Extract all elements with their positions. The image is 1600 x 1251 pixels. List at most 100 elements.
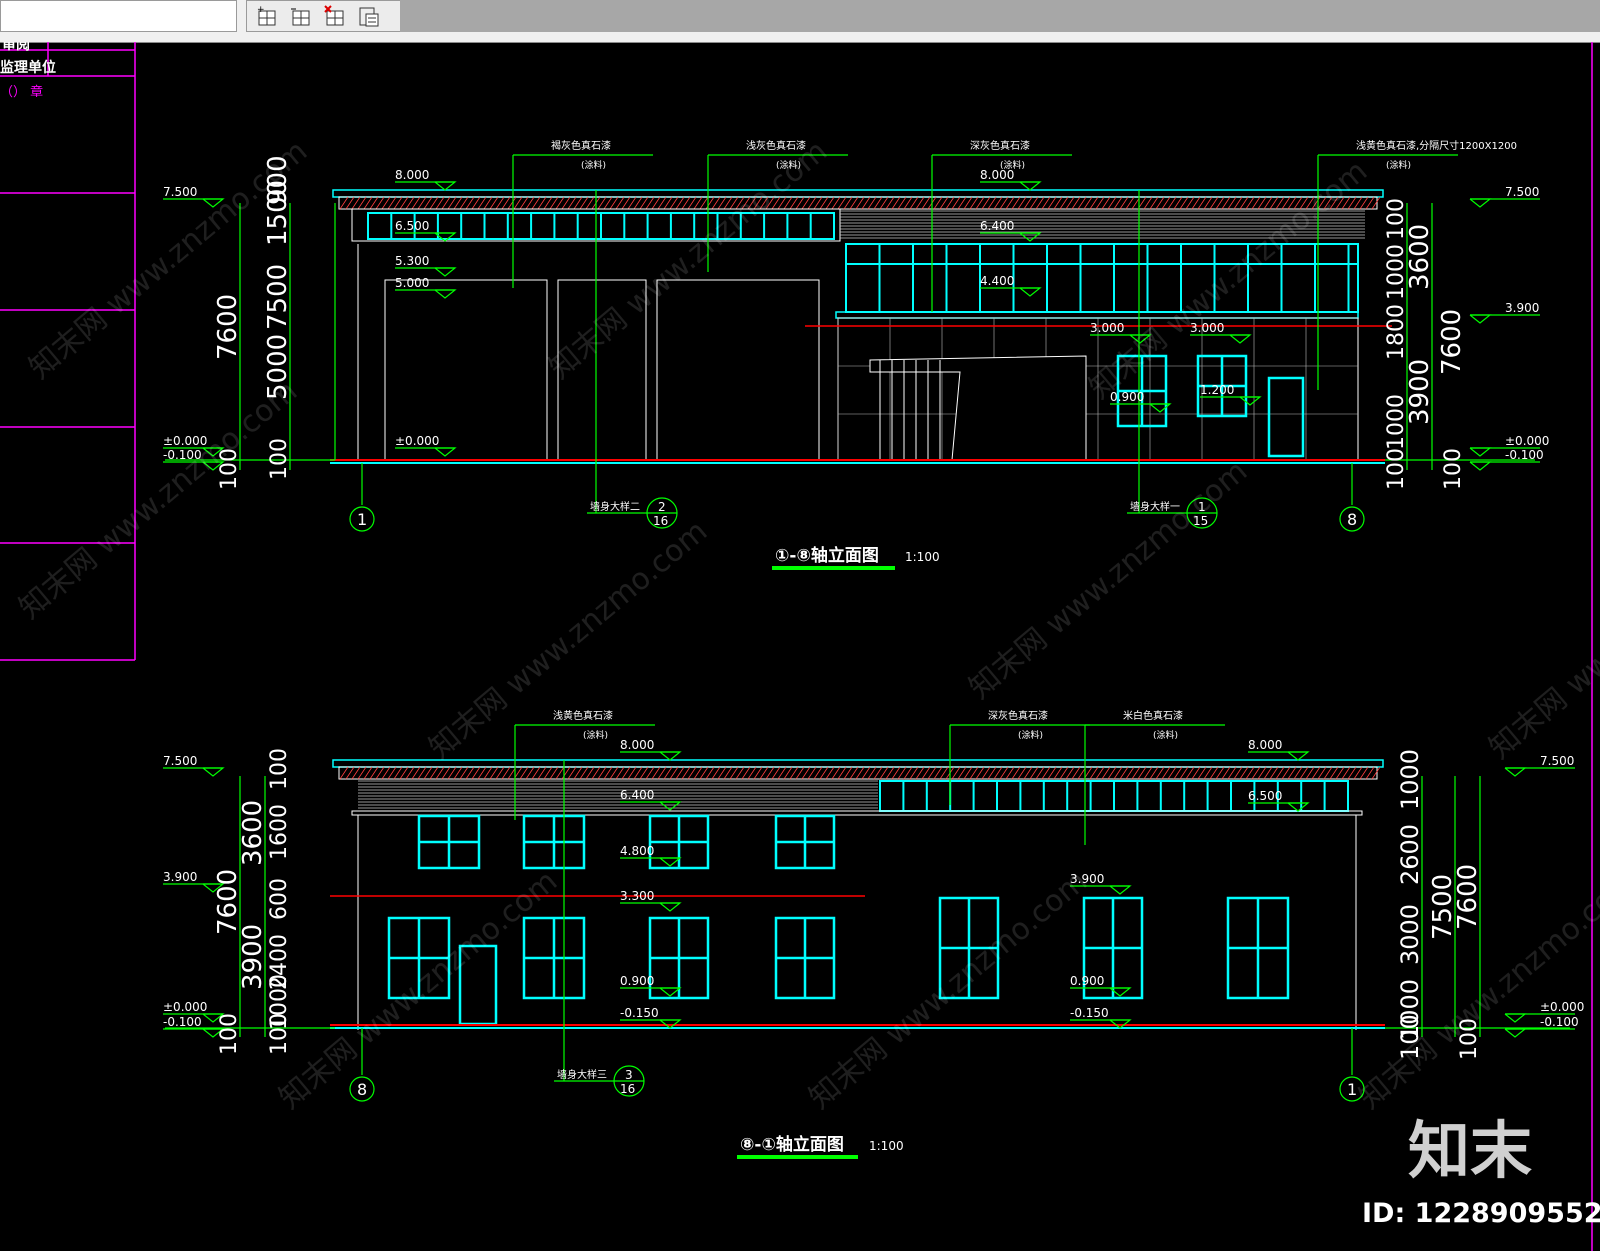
dim-left-outer-1: 7600 xyxy=(213,294,243,360)
callout-sub: (涂料) xyxy=(583,729,608,741)
dim-right-inner-5: 3900 xyxy=(1405,359,1435,425)
level2-right-zero: ±0.000 xyxy=(1540,1000,1584,1014)
dim2-left-inner: 100 xyxy=(267,748,292,790)
level-inner: ±0.000 xyxy=(395,434,439,448)
roof-hatch-2 xyxy=(339,766,1381,780)
level2-left-mid: 3.900 xyxy=(163,870,197,884)
level-right-below: -0.100 xyxy=(1505,448,1544,462)
detail-label: 墙身大样三 xyxy=(557,1068,607,1081)
level-triangle xyxy=(1504,767,1527,777)
drawing2-scale: 1:100 xyxy=(869,1139,904,1153)
callout-sub: (涂料) xyxy=(1000,159,1025,171)
dim2-right-inner: 2600 xyxy=(1396,824,1424,885)
roof-parapet xyxy=(332,189,1384,198)
level-triangle xyxy=(1109,885,1132,895)
level2-inner: 4.800 xyxy=(620,844,654,858)
insert-row-icon: + xyxy=(257,5,276,26)
roof-parapet-2 xyxy=(332,759,1384,768)
level2-inner: 6.400 xyxy=(620,788,654,802)
detail-number: 2 xyxy=(658,500,666,514)
entrance-opening xyxy=(869,355,1087,461)
level-inner: 5.000 xyxy=(395,276,429,290)
svg-text:+: + xyxy=(257,5,265,15)
callout-text: 深灰色真石漆 xyxy=(970,139,1030,152)
garage-door-3 xyxy=(656,279,820,461)
elevation-1 xyxy=(330,189,1392,464)
level2-left-top: 7.500 xyxy=(163,754,197,768)
watermark-text: 知末网 www.znzmo.com xyxy=(1083,154,1374,406)
louver-band-2 xyxy=(358,780,878,812)
level2-inner: 0.900 xyxy=(620,974,654,988)
watermark-text: 知末网 www.znzmo.com xyxy=(963,454,1254,706)
insert-row-above-button[interactable]: + xyxy=(253,4,281,28)
level-right-zero: ±0.000 xyxy=(1505,434,1549,448)
level-triangle xyxy=(1019,287,1042,297)
level-triangle xyxy=(434,289,457,299)
cad-drawing-canvas[interactable]: 审阅 监理单位 （） 章 7.500±0.000-0.1007.5003.900… xyxy=(0,42,1600,1251)
dim-right-inner-4: 1800 xyxy=(1384,304,1409,360)
level-triangle xyxy=(659,987,682,997)
callout-sub: (涂料) xyxy=(1386,159,1411,171)
detail-sheet: 16 xyxy=(653,514,668,528)
level-triangle xyxy=(1019,181,1042,191)
level-inner: 1.200 xyxy=(1200,383,1234,397)
delete-row-icon xyxy=(324,5,344,26)
dim2-left-inner: 100 xyxy=(267,1013,292,1055)
level-inner: 8.000 xyxy=(395,168,429,182)
level2-left-zero: ±0.000 xyxy=(163,1000,207,1014)
watermark-text: 知末网 www.znzmo.com xyxy=(1483,514,1600,766)
dim2-left-inner: 3900 xyxy=(238,924,268,990)
level-triangle xyxy=(1287,802,1310,812)
callout-sub: (涂料) xyxy=(1153,729,1178,741)
level-triangle xyxy=(659,902,682,912)
dim2-left-outer-2: 100 xyxy=(217,1013,242,1055)
toolbar: + xyxy=(0,0,1600,43)
callout-text: 浅黄色真石漆,分隔尺寸1200X1200 xyxy=(1356,139,1517,152)
level-triangle xyxy=(1469,198,1492,208)
callout-sub: (涂料) xyxy=(581,159,606,171)
level-triangle xyxy=(1504,1013,1527,1023)
paste-icon xyxy=(359,7,379,27)
dim2-right-inner: 3000 xyxy=(1396,904,1424,965)
level-triangle xyxy=(202,767,225,777)
dim-right-inner-7: 100 xyxy=(1384,448,1409,490)
side-table-row3: （） 章 xyxy=(0,84,43,100)
drawing1-scale: 1:100 xyxy=(905,550,940,564)
level-inner: 5.300 xyxy=(395,254,429,268)
level-inner: 6.500 xyxy=(395,219,429,233)
dim2-right-inner: 1000 xyxy=(1396,749,1424,810)
detail-number: 3 xyxy=(625,1068,633,1082)
watermark-text: 知末网 www.znzmo.com xyxy=(543,134,834,386)
watermark-text: 知末网 www.znzmo.com xyxy=(803,864,1094,1116)
level-triangle xyxy=(1504,1028,1527,1038)
level-triangle xyxy=(434,181,457,191)
level-inner: 6.400 xyxy=(980,219,1014,233)
level2-inner: 8.000 xyxy=(1248,738,1282,752)
level2-inner: -0.150 xyxy=(1070,1006,1109,1020)
dim2-left-inner: 600 xyxy=(267,878,292,920)
insert-row-below-button[interactable] xyxy=(287,4,315,28)
delete-row-button[interactable] xyxy=(321,4,349,28)
level-triangle xyxy=(1239,396,1262,406)
callout-sub: (涂料) xyxy=(1018,729,1043,741)
level2-inner: 3.300 xyxy=(620,889,654,903)
dim2-left-inner: 1600 xyxy=(267,804,292,860)
level-triangle xyxy=(659,801,682,811)
axis2-8: 8 xyxy=(357,1080,367,1099)
level2-inner: 0.900 xyxy=(1070,974,1104,988)
watermark-text: 知末网 www.znzmo.com xyxy=(273,864,564,1116)
detail-sheet: 16 xyxy=(620,1082,635,1096)
dim-left-inner-3: 7500 xyxy=(263,264,293,330)
level-triangle xyxy=(659,857,682,867)
dim-right-inner-6: 1000 xyxy=(1384,394,1409,450)
axis-1: 1 xyxy=(357,510,367,529)
level2-inner: -0.150 xyxy=(620,1006,659,1020)
paste-button[interactable] xyxy=(355,4,383,28)
callout-text: 褐灰色真石漆 xyxy=(551,139,611,152)
level-triangle xyxy=(1019,232,1042,242)
layer-input-pane[interactable] xyxy=(0,0,237,32)
level-left-top: 7.500 xyxy=(163,185,197,199)
insert-row-below-icon xyxy=(291,8,310,26)
roof-fascia xyxy=(338,196,1378,210)
watermark-text: 知末网 www.znzmo.com xyxy=(423,514,714,766)
